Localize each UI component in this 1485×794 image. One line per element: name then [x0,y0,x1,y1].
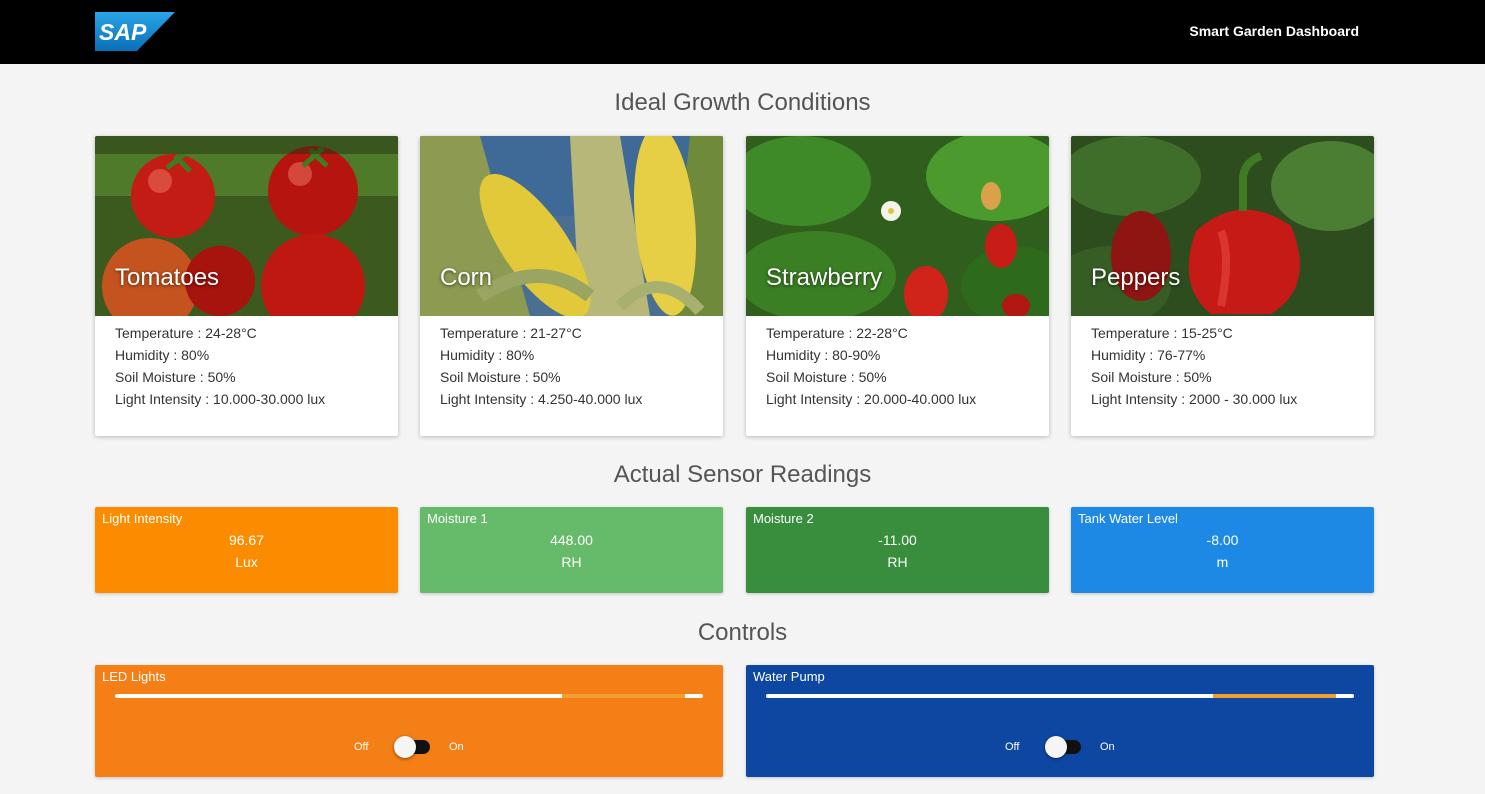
plant-card-tomatoes: Tomatoes Temperature : 24-28°C Humidity … [95,136,398,436]
sensor-unit: RH [887,554,908,570]
plant-name: Strawberry [766,264,883,291]
plant-soil-moisture: Soil Moisture : 50% [115,369,236,385]
plant-humidity: Humidity : 80-90% [766,347,881,363]
plant-humidity: Humidity : 80% [440,347,535,363]
sensor-tile-moisture-2: Moisture 2 -11.00 RH [746,507,1049,593]
sensor-label: Moisture 2 [753,511,814,526]
sensor-label: Tank Water Level [1078,511,1178,526]
led-toggle-switch[interactable] [394,736,430,758]
top-bar: SAP Smart Garden Dashboard [0,0,1485,64]
plant-light-intensity: Light Intensity : 2000 - 30.000 lux [1091,391,1298,407]
toggle-on-label: On [1100,741,1115,753]
pump-toggle-switch[interactable] [1045,736,1081,758]
ideal-conditions-title: Ideal Growth Conditions [614,89,871,116]
led-slider[interactable] [115,694,703,698]
corn-image: Corn [420,136,723,316]
plant-name: Peppers [1091,264,1181,291]
control-card-water-pump: Water Pump Off On [746,665,1374,777]
pump-toggle-row: Off On [746,736,1374,759]
plant-card-corn: Corn Temperature : 21-27°C Humidity : 80… [420,136,723,436]
led-slider-range[interactable] [561,694,686,698]
plant-soil-moisture: Soil Moisture : 50% [766,369,887,385]
sensor-value: 448.00 [550,532,593,548]
toggle-off-label: Off [1005,741,1020,753]
plant-light-intensity: Light Intensity : 10.000-30.000 lux [115,391,326,407]
sensor-label: Moisture 1 [427,511,488,526]
logo-text: SAP [99,19,147,45]
plant-temperature: Temperature : 24-28°C [115,325,257,341]
sensor-value: -11.00 [878,532,917,548]
toggle-off-label: Off [354,741,369,753]
sensor-unit: m [1216,554,1229,570]
plant-name: Corn [440,264,493,291]
led-toggle-row: Off On [95,736,723,759]
plant-name: Tomatoes [115,264,220,291]
plant-soil-moisture: Soil Moisture : 50% [440,369,561,385]
plant-temperature: Temperature : 22-28°C [766,325,908,341]
sensor-value: 96.67 [228,532,265,548]
plant-soil-moisture: Soil Moisture : 50% [1091,369,1212,385]
toggle-knob[interactable] [394,736,416,758]
toggle-knob[interactable] [1045,736,1067,758]
toggle-on-label: On [449,741,464,753]
plant-light-intensity: Light Intensity : 4.250-40.000 lux [440,391,643,407]
plant-humidity: Humidity : 80% [115,347,210,363]
plant-temperature: Temperature : 21-27°C [440,325,582,341]
sensor-tile-moisture-1: Moisture 1 448.00 RH [420,507,723,593]
controls-title: Controls [697,619,788,646]
app-title: Smart Garden Dashboard [1189,23,1359,39]
tomatoes-image: Tomatoes [95,136,398,316]
plant-temperature: Temperature : 15-25°C [1091,325,1233,341]
sap-logo[interactable]: SAP [95,12,175,51]
plant-light-intensity: Light Intensity : 20.000-40.000 lux [766,391,977,407]
control-label: LED Lights [102,669,166,684]
plant-card-peppers: Peppers Temperature : 15-25°C Humidity :… [1071,136,1374,436]
sensor-readings-title: Actual Sensor Readings [613,461,872,488]
plant-card-strawberry: Strawberry Temperature : 22-28°C Humidit… [746,136,1049,436]
peppers-image: Peppers [1071,136,1374,316]
pump-slider[interactable] [766,694,1354,698]
sensor-value: -8.00 [1206,532,1239,548]
control-card-led-lights: LED Lights Off On [95,665,723,777]
sensor-tile-light-intensity: Light Intensity 96.67 Lux [95,507,398,593]
sensor-unit: RH [561,554,582,570]
control-label: Water Pump [753,669,825,684]
sensor-tile-tank-water-level: Tank Water Level -8.00 m [1071,507,1374,593]
sensor-unit: Lux [235,554,258,570]
sensor-label: Light Intensity [102,511,183,526]
strawberry-image: Strawberry [746,136,1049,316]
pump-slider-range[interactable] [1212,694,1337,698]
plant-humidity: Humidity : 76-77% [1091,347,1206,363]
